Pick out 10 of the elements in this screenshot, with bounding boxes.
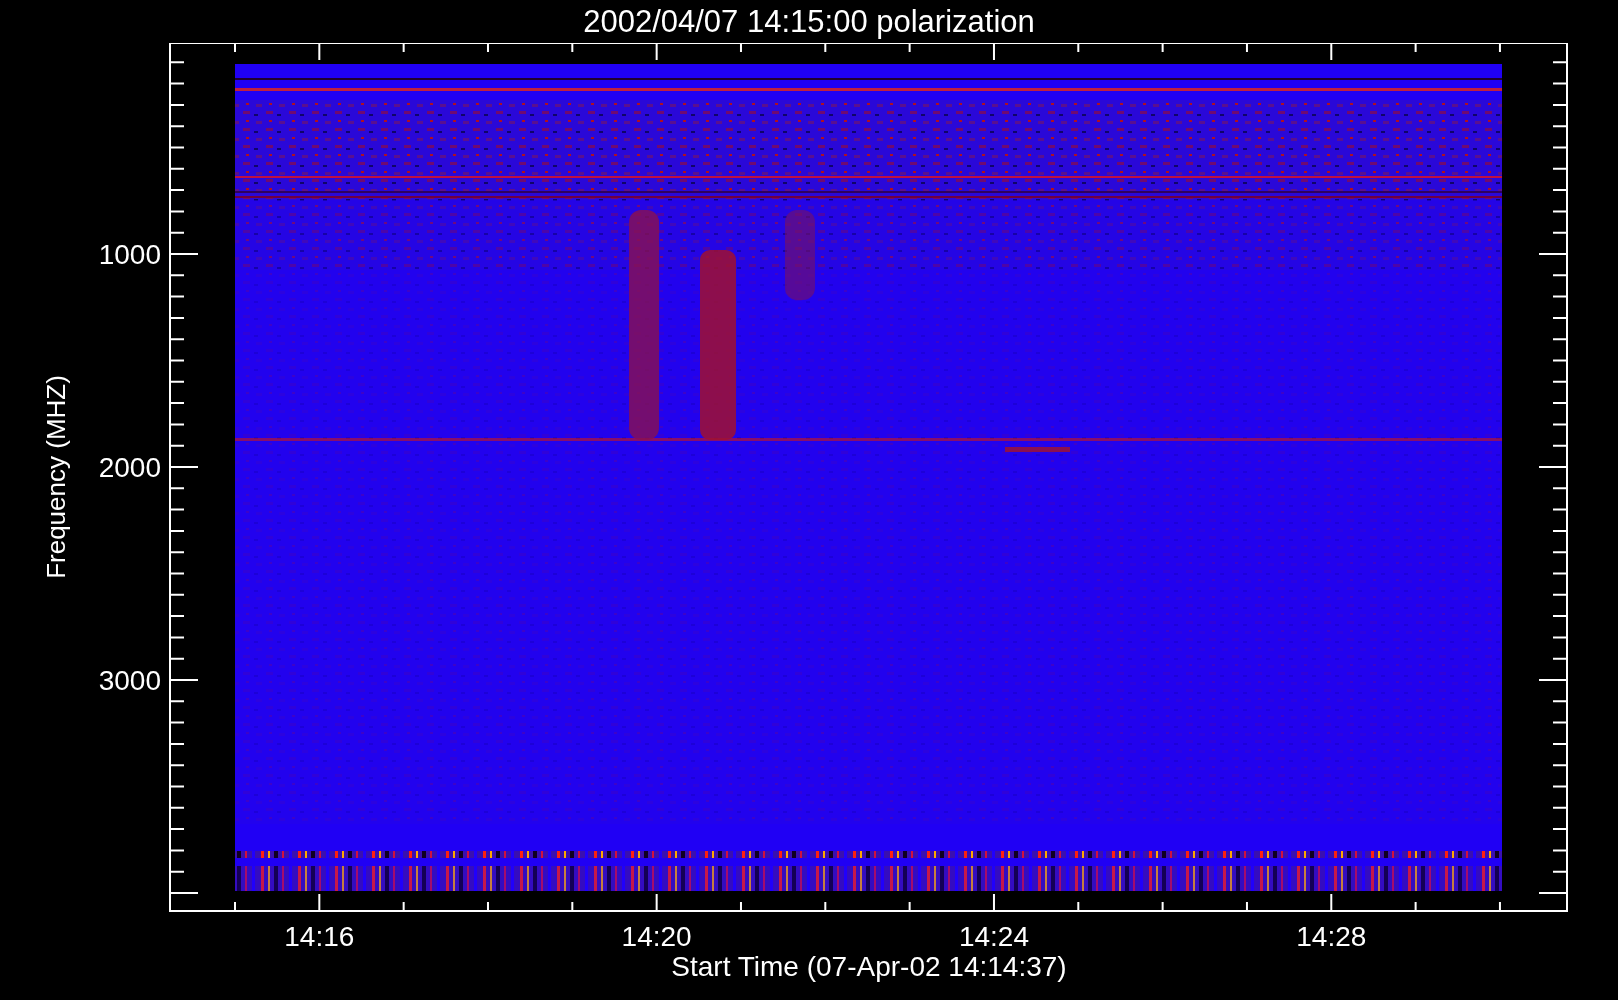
y-tick-label: 2000 xyxy=(98,452,161,483)
x-tick-label: 14:24 xyxy=(958,921,1029,952)
y-tick-label: 3000 xyxy=(98,665,161,696)
x-tick-label: 14:20 xyxy=(621,921,692,952)
x-tick-label: 14:16 xyxy=(284,921,355,952)
x-axis-label: Start Time (07-Apr-02 14:14:37) xyxy=(671,951,1067,982)
y-axis-label: Frequency (MHZ) xyxy=(41,375,71,579)
chart-title: 2002/04/07 14:15:00 polarization xyxy=(583,3,1035,40)
x-tick-label: 14:28 xyxy=(1296,921,1367,952)
y-tick-label: 1000 xyxy=(98,239,161,270)
